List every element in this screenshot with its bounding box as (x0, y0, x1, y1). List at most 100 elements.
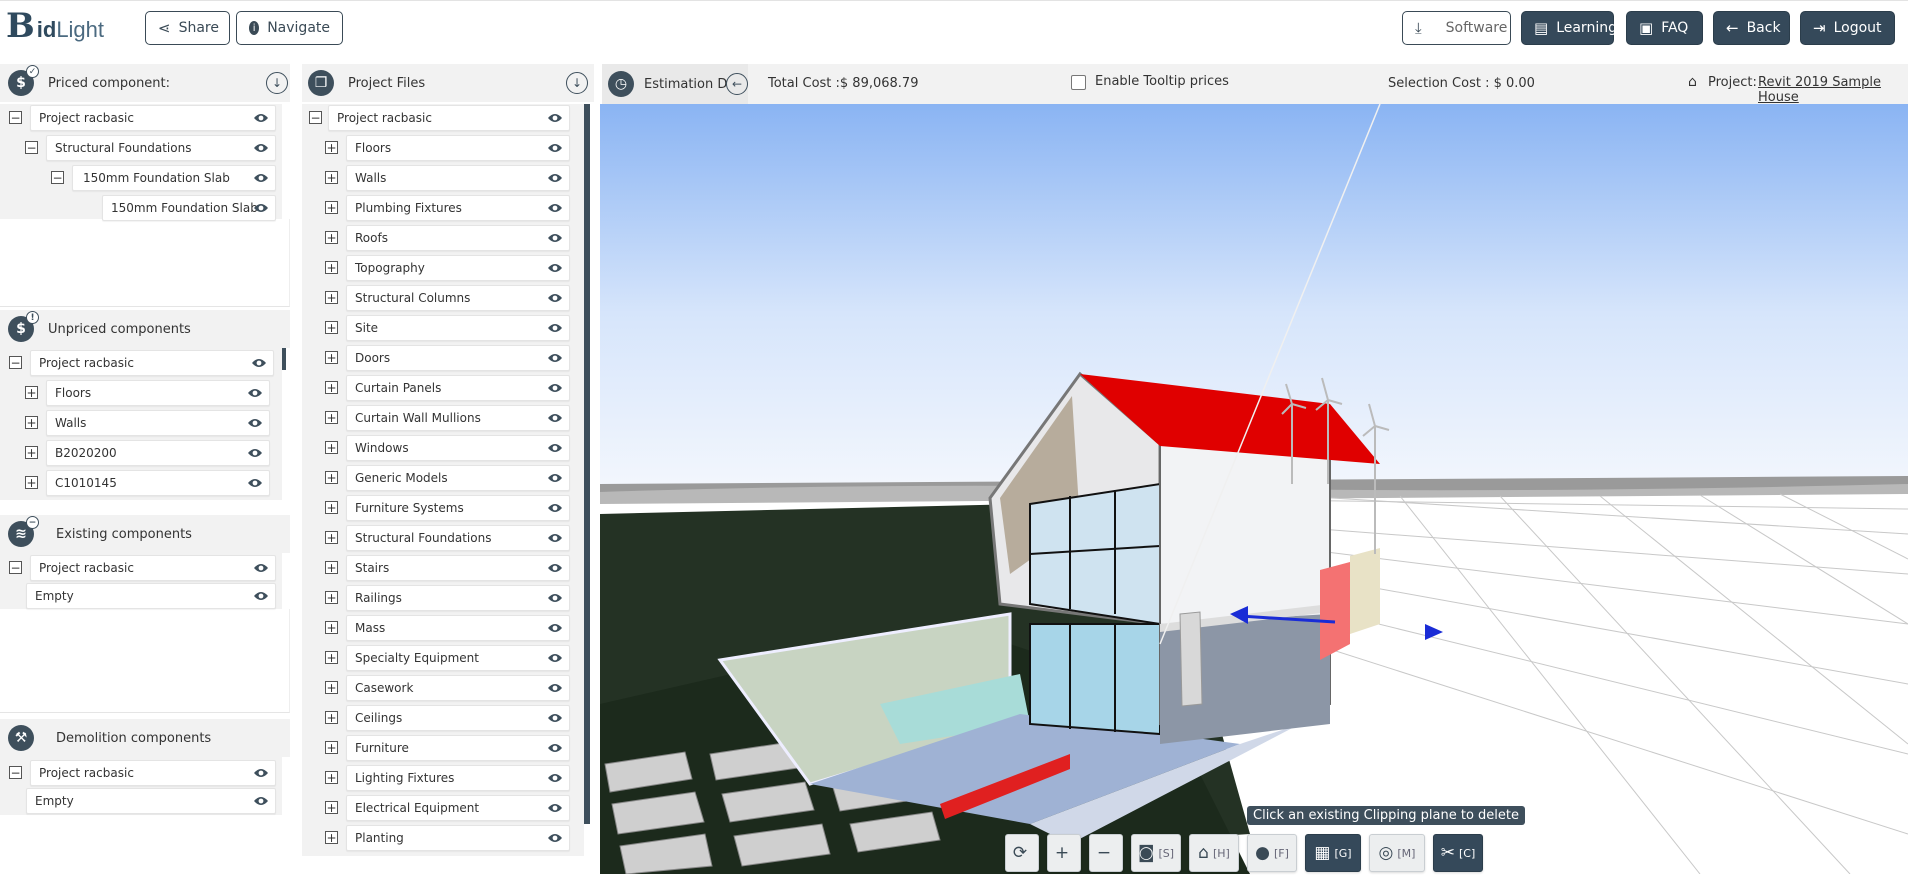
estimation-tab[interactable]: ◷ Estimation Dete ← (602, 64, 748, 104)
bidlight-logo[interactable]: B idLight (6, 9, 104, 43)
expand-toggle[interactable]: + (325, 621, 338, 634)
file-category-item[interactable]: Structural Columns (346, 285, 570, 311)
expand-toggle[interactable]: + (25, 386, 38, 399)
camera-button[interactable]: ◙ [S] (1131, 834, 1181, 872)
eye-icon[interactable] (547, 562, 563, 574)
refresh-button[interactable]: ⟳ (1005, 834, 1039, 872)
file-category-item[interactable]: Site (346, 315, 570, 341)
eye-icon[interactable] (253, 172, 269, 184)
unpriced-item[interactable]: Walls (46, 410, 270, 436)
eye-icon[interactable] (247, 477, 263, 489)
files-scrollbar[interactable] (584, 104, 590, 824)
eye-icon[interactable] (547, 802, 563, 814)
expand-toggle[interactable]: + (325, 291, 338, 304)
file-category-item[interactable]: Doors (346, 345, 570, 371)
eye-icon[interactable] (547, 142, 563, 154)
expand-toggle[interactable]: + (325, 531, 338, 544)
faq-button[interactable]: ▣ FAQ (1626, 11, 1703, 45)
eye-icon[interactable] (253, 795, 269, 807)
expand-toggle[interactable]: + (325, 141, 338, 154)
eye-icon[interactable] (253, 562, 269, 574)
logout-button[interactable]: ⇥ Logout (1800, 11, 1895, 45)
eye-icon[interactable] (547, 442, 563, 454)
expand-toggle[interactable]: + (325, 381, 338, 394)
collapse-priced-icon[interactable]: ↓ (266, 72, 288, 94)
file-category-item[interactable]: Curtain Wall Mullions (346, 405, 570, 431)
3d-viewer[interactable] (600, 104, 1908, 874)
file-category-item[interactable]: Stairs (346, 555, 570, 581)
eye-icon[interactable] (547, 292, 563, 304)
collapse-toggle[interactable]: − (51, 171, 64, 184)
expand-toggle[interactable]: + (325, 501, 338, 514)
project-name[interactable]: Revit 2019 Sample House (1758, 75, 1908, 105)
collapse-toggle[interactable]: − (9, 111, 22, 124)
eye-icon[interactable] (547, 172, 563, 184)
collapse-estimation-icon[interactable]: ← (726, 73, 748, 95)
share-button[interactable]: ⋖ Share (145, 11, 230, 45)
existing-root[interactable]: Project racbasic (30, 555, 276, 581)
eye-icon[interactable] (547, 742, 563, 754)
expand-toggle[interactable]: + (325, 561, 338, 574)
eye-icon[interactable] (547, 472, 563, 484)
eye-icon[interactable] (247, 417, 263, 429)
expand-toggle[interactable]: + (325, 801, 338, 814)
expand-toggle[interactable]: + (325, 771, 338, 784)
scrollbar-thumb[interactable] (282, 348, 286, 370)
expand-toggle[interactable]: + (325, 231, 338, 244)
zoom-out-button[interactable]: − (1089, 834, 1123, 872)
grid-button[interactable]: ▦ [G] (1305, 834, 1361, 872)
file-category-item[interactable]: Roofs (346, 225, 570, 251)
expand-toggle[interactable]: + (325, 411, 338, 424)
priced-root[interactable]: Project racbasic (30, 105, 276, 131)
collapse-toggle[interactable]: − (9, 356, 22, 369)
expand-toggle[interactable]: + (325, 741, 338, 754)
eye-icon[interactable] (253, 112, 269, 124)
file-category-item[interactable]: Plumbing Fixtures (346, 195, 570, 221)
expand-toggle[interactable]: + (325, 681, 338, 694)
eye-icon[interactable] (247, 387, 263, 399)
eye-icon[interactable] (547, 412, 563, 424)
file-category-item[interactable]: Walls (346, 165, 570, 191)
clip-button[interactable]: ✂ [C] (1433, 834, 1483, 872)
file-category-item[interactable]: Generic Models (346, 465, 570, 491)
back-button[interactable]: ← Back (1713, 11, 1790, 45)
eye-icon[interactable] (253, 767, 269, 779)
expand-toggle[interactable]: + (325, 651, 338, 664)
expand-toggle[interactable]: + (325, 261, 338, 274)
file-category-item[interactable]: Floors (346, 135, 570, 161)
priced-category[interactable]: Structural Foundations (46, 135, 276, 161)
file-category-item[interactable]: Mass (346, 615, 570, 641)
software-download-button[interactable]: ⤓ Software (1402, 11, 1511, 45)
eye-icon[interactable] (547, 262, 563, 274)
expand-toggle[interactable]: + (325, 321, 338, 334)
eye-icon[interactable] (547, 772, 563, 784)
file-category-item[interactable]: Furniture Systems (346, 495, 570, 521)
file-category-item[interactable]: Windows (346, 435, 570, 461)
eye-icon[interactable] (547, 652, 563, 664)
file-category-item[interactable]: Structural Foundations (346, 525, 570, 551)
eye-icon[interactable] (547, 682, 563, 694)
collapse-toggle[interactable]: − (25, 141, 38, 154)
expand-toggle[interactable]: + (325, 171, 338, 184)
eye-icon[interactable] (547, 622, 563, 634)
navigate-button[interactable]: i Navigate (236, 11, 343, 45)
unpriced-item[interactable]: Floors (46, 380, 270, 406)
files-root[interactable]: Project racbasic (328, 105, 570, 131)
demolition-root[interactable]: Project racbasic (30, 760, 276, 786)
collapse-files-icon[interactable]: ↓ (566, 72, 588, 94)
collapse-toggle[interactable]: − (9, 766, 22, 779)
eye-icon[interactable] (253, 142, 269, 154)
expand-toggle[interactable]: + (25, 476, 38, 489)
expand-toggle[interactable]: + (325, 831, 338, 844)
eye-icon[interactable] (253, 590, 269, 602)
expand-toggle[interactable]: + (325, 201, 338, 214)
eye-icon[interactable] (547, 352, 563, 364)
eye-icon[interactable] (547, 592, 563, 604)
expand-toggle[interactable]: + (325, 471, 338, 484)
unpriced-item[interactable]: C1010145 (46, 470, 270, 496)
file-category-item[interactable]: Casework (346, 675, 570, 701)
expand-toggle[interactable]: + (25, 446, 38, 459)
eye-icon[interactable] (547, 322, 563, 334)
expand-toggle[interactable]: + (325, 351, 338, 364)
eye-icon[interactable] (247, 447, 263, 459)
